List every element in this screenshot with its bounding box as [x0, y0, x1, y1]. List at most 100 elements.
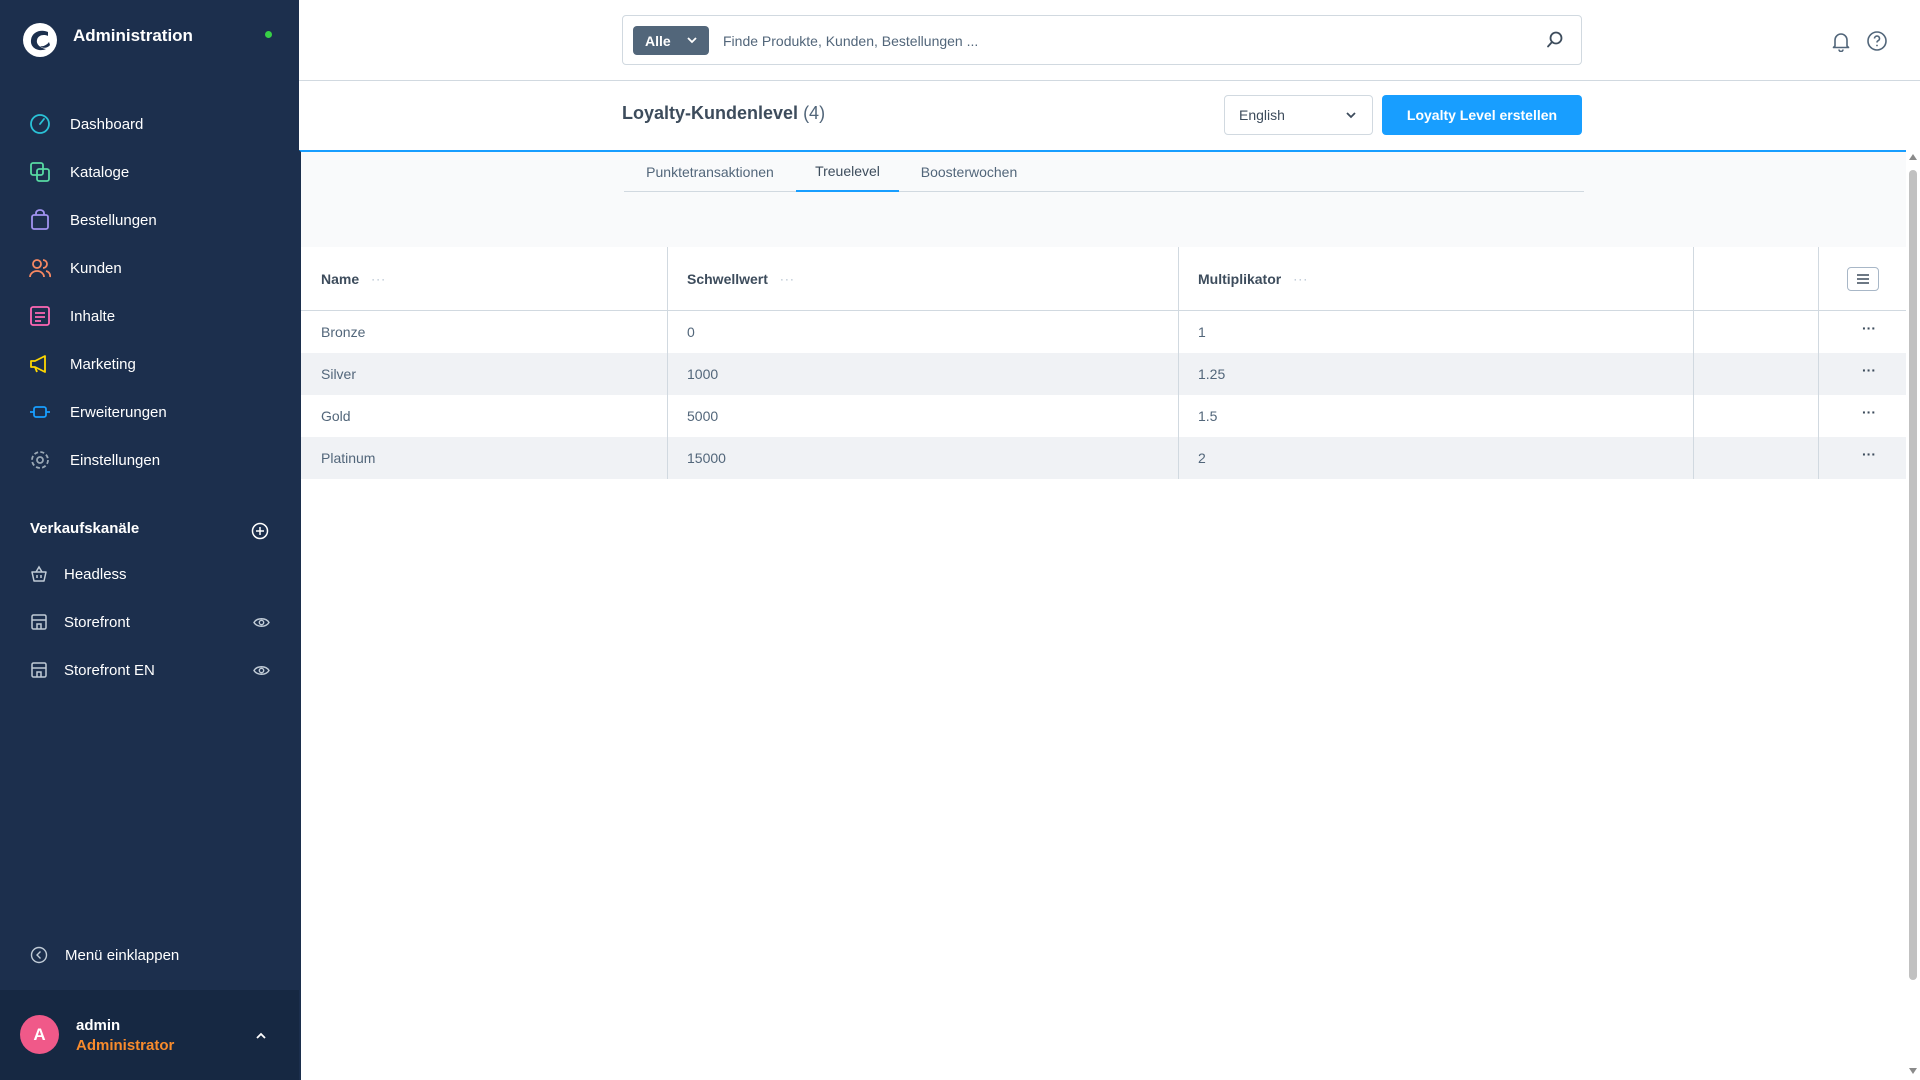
sidebar: Administration Dashboard Kataloge Bestel…: [0, 0, 299, 1080]
create-loyalty-level-button[interactable]: Loyalty Level erstellen: [1382, 95, 1582, 135]
nav-item-customers[interactable]: Kunden: [0, 244, 299, 292]
row-actions-button[interactable]: ···: [1858, 363, 1880, 383]
cell-multiplier: 1.5: [1198, 408, 1218, 424]
channel-item-headless[interactable]: Headless: [0, 550, 299, 598]
chevron-up-icon[interactable]: [255, 1030, 267, 1042]
language-select[interactable]: English: [1224, 95, 1373, 135]
topbar: Alle: [299, 0, 1920, 81]
column-divider: [667, 311, 668, 353]
tab-loyalty-levels[interactable]: Treuelevel: [796, 152, 899, 192]
column-header-label: Name: [321, 270, 360, 287]
avatar: A: [20, 1015, 59, 1054]
column-divider: [667, 353, 668, 395]
tabs: Punktetransaktionen Treuelevel Boosterwo…: [624, 152, 1584, 192]
nav-item-extensions[interactable]: Erweiterungen: [0, 388, 299, 436]
nav-item-content[interactable]: Inhalte: [0, 292, 299, 340]
nav-label: Bestellungen: [70, 211, 157, 229]
scroll-up-arrow-icon[interactable]: [1909, 154, 1917, 160]
column-header-name[interactable]: Name ···: [321, 247, 386, 310]
search-icon[interactable]: [1545, 30, 1565, 50]
nav-label: Erweiterungen: [70, 403, 167, 421]
cell-threshold: 15000: [687, 450, 726, 466]
nav-label: Kataloge: [70, 163, 130, 181]
column-header-multiplier[interactable]: Multiplikator ···: [1198, 247, 1308, 310]
extensions-icon: [29, 401, 51, 423]
column-divider: [1178, 437, 1179, 479]
nav-item-marketing[interactable]: Marketing: [0, 340, 299, 388]
page-title-text: Loyalty-Kundenlevel: [622, 103, 799, 123]
sales-channels-title: Verkaufskanäle: [30, 520, 140, 537]
column-divider: [1178, 247, 1179, 310]
channel-label: Storefront: [64, 613, 130, 631]
search-input[interactable]: [723, 28, 1523, 53]
customers-icon: [29, 257, 51, 279]
main-nav: Dashboard Kataloge Bestellungen Kunden I…: [0, 100, 299, 484]
global-search: Alle: [622, 15, 1582, 65]
chevron-left-circle-icon: [30, 946, 48, 964]
column-divider: [1178, 395, 1179, 437]
column-divider: [1178, 353, 1179, 395]
column-divider: [1818, 353, 1819, 395]
cell-multiplier: 1.25: [1198, 366, 1226, 382]
grid-settings-button[interactable]: [1847, 267, 1879, 291]
scroll-down-arrow-icon[interactable]: [1909, 1068, 1917, 1074]
page-header: Loyalty-Kundenlevel (4) English Loyalty …: [299, 82, 1920, 150]
chevron-down-icon: [687, 37, 697, 44]
tab-booster-weeks[interactable]: Boosterwochen: [899, 152, 1039, 192]
search-type-dropdown[interactable]: Alle: [633, 26, 709, 55]
column-header-threshold[interactable]: Schwellwert ···: [687, 247, 795, 310]
column-divider: [667, 437, 668, 479]
cell-threshold: 5000: [687, 408, 719, 424]
catalog-icon: [29, 161, 51, 183]
cell-threshold: 0: [687, 324, 695, 340]
status-dot: [265, 31, 272, 38]
bell-icon[interactable]: [1830, 30, 1852, 52]
row-actions-button[interactable]: ···: [1858, 405, 1880, 425]
shopware-logo-icon: [23, 23, 57, 57]
orders-icon: [29, 209, 51, 231]
add-channel-icon[interactable]: [251, 522, 269, 540]
marketing-icon: [29, 353, 51, 375]
language-select-value: English: [1239, 107, 1285, 123]
collapse-menu-button[interactable]: Menü einklappen: [30, 946, 179, 964]
column-divider: [667, 395, 668, 437]
eye-icon[interactable]: [253, 614, 270, 631]
cell-name: Gold: [321, 408, 351, 424]
sales-channel-list: Headless Storefront Storefront EN: [0, 550, 299, 694]
grid-header: Name ··· Schwellwert ··· Multiplikator ·…: [301, 247, 1906, 311]
page-title: Loyalty-Kundenlevel (4): [622, 103, 825, 124]
channel-label: Headless: [64, 565, 127, 583]
channel-item-storefront-en[interactable]: Storefront EN: [0, 646, 299, 694]
vertical-scrollbar[interactable]: [1906, 150, 1920, 1080]
cell-multiplier: 2: [1198, 450, 1206, 466]
channel-item-storefront[interactable]: Storefront: [0, 598, 299, 646]
nav-item-settings[interactable]: Einstellungen: [0, 436, 299, 484]
column-settings-icon[interactable]: ···: [780, 272, 795, 286]
nav-label: Einstellungen: [70, 451, 161, 469]
nav-label: Dashboard: [70, 115, 144, 133]
cell-name: Bronze: [321, 324, 366, 340]
row-actions-button[interactable]: ···: [1858, 321, 1880, 341]
row-actions-button[interactable]: ···: [1858, 447, 1880, 467]
storefront-icon: [31, 662, 47, 678]
nav-item-catalogues[interactable]: Kataloge: [0, 148, 299, 196]
table-row: Gold 5000 1.5 ···: [301, 395, 1906, 437]
content-icon: [29, 305, 51, 327]
nav-item-orders[interactable]: Bestellungen: [0, 196, 299, 244]
user-panel[interactable]: A admin Administrator: [0, 990, 299, 1080]
cell-multiplier: 1: [1198, 324, 1206, 340]
brand: Administration: [22, 22, 193, 58]
list-icon: [1857, 274, 1869, 284]
column-divider: [1693, 437, 1694, 479]
scrollbar-thumb[interactable]: [1909, 170, 1917, 980]
column-header-label: Multiplikator: [1198, 270, 1282, 287]
column-settings-icon[interactable]: ···: [1293, 272, 1308, 286]
channel-label: Storefront EN: [64, 661, 155, 679]
cell-threshold: 1000: [687, 366, 719, 382]
column-settings-icon[interactable]: ···: [371, 272, 386, 286]
nav-item-dashboard[interactable]: Dashboard: [0, 100, 299, 148]
tab-point-transactions[interactable]: Punktetransaktionen: [624, 152, 796, 192]
user-name: admin: [76, 1017, 121, 1034]
help-icon[interactable]: [1866, 30, 1888, 52]
eye-icon[interactable]: [253, 662, 270, 679]
